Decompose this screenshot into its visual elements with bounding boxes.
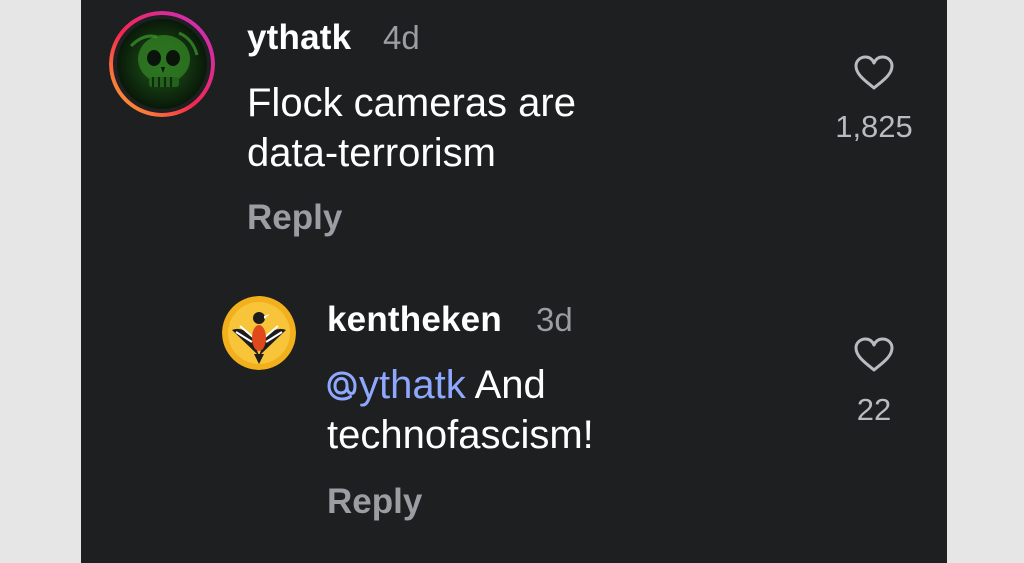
comment-text-line: data-terrorism <box>247 131 496 175</box>
comment-text: Flock cameras are data-terrorism <box>247 78 576 178</box>
comment-text: ythatk And technofascism! <box>327 360 594 460</box>
comment-thread: ythatk 4d Flock cameras are data-terrori… <box>81 0 947 563</box>
heart-icon[interactable] <box>853 54 895 92</box>
heart-icon[interactable] <box>853 336 895 374</box>
green-skull-avatar-icon <box>109 11 215 117</box>
mention-link[interactable]: ythatk <box>327 363 466 407</box>
phoenix-bird-avatar-icon <box>222 296 296 370</box>
comment-text-line: Flock cameras are <box>247 81 576 125</box>
comment-timestamp: 4d <box>383 19 420 56</box>
like-count: 1,825 <box>835 109 913 144</box>
mention-username[interactable]: ythatk <box>359 363 466 407</box>
comment-timestamp: 3d <box>536 301 573 338</box>
like-count: 22 <box>856 392 892 427</box>
avatar-kentheken[interactable] <box>222 296 296 370</box>
comment-username[interactable]: kentheken <box>327 300 502 340</box>
comment-text-line: ythatk And <box>327 360 594 410</box>
reply-button[interactable]: Reply <box>327 482 422 522</box>
comment-text-line: technofascism! <box>327 413 594 457</box>
comment-username[interactable]: ythatk <box>247 18 351 58</box>
comment-text-fragment: And <box>465 363 546 407</box>
reply-button[interactable]: Reply <box>247 198 342 238</box>
threads-at-icon <box>327 371 357 401</box>
avatar-ythatk[interactable] <box>109 11 215 117</box>
